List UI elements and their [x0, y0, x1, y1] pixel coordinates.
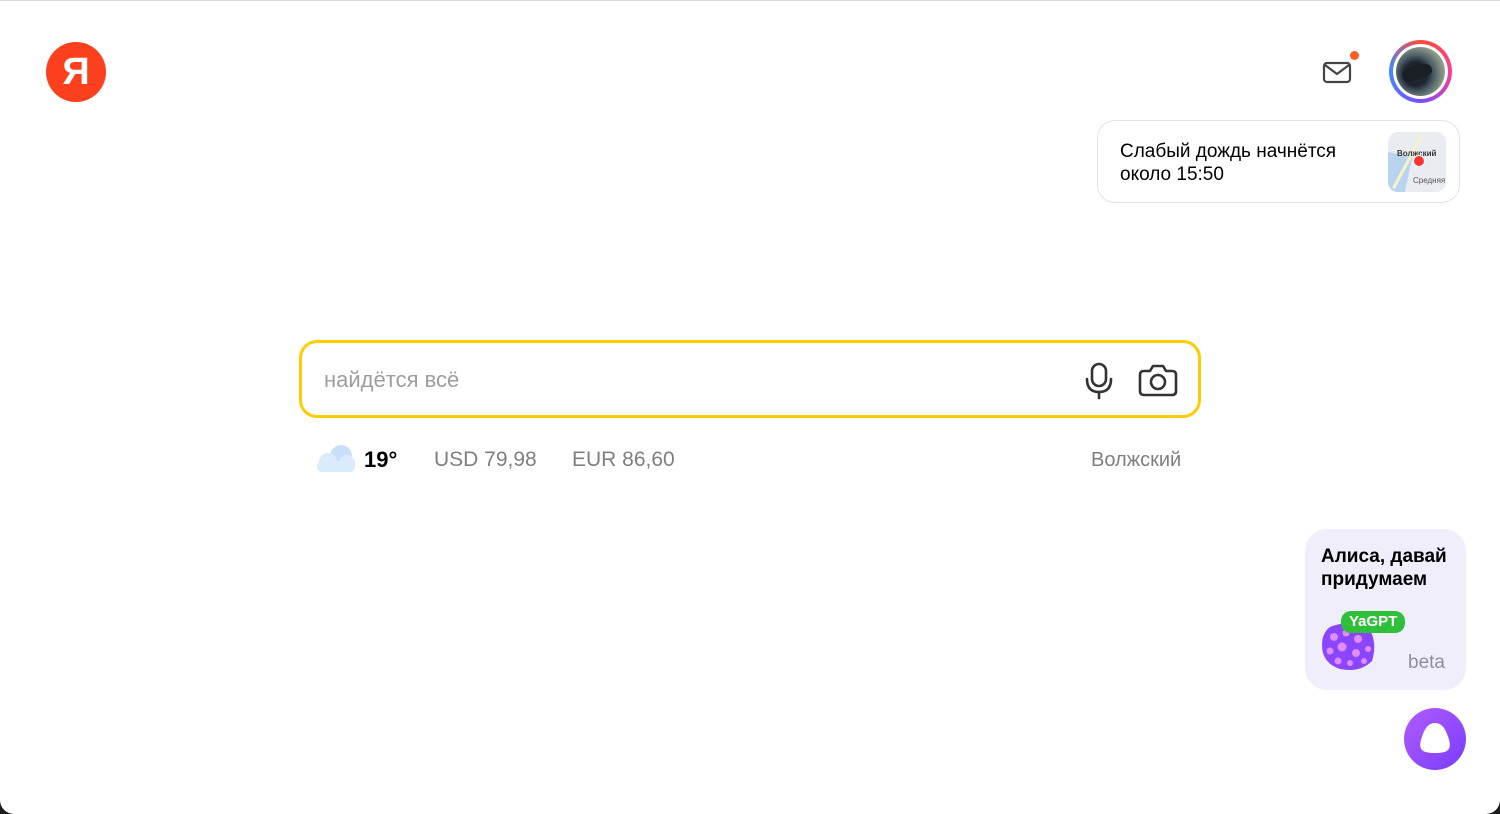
region-link[interactable]: Волжский — [1091, 449, 1181, 472]
alice-button[interactable] — [1404, 708, 1466, 770]
usd-rate[interactable]: USD 79,98 — [434, 448, 537, 472]
eur-rate[interactable]: EUR 86,60 — [572, 448, 675, 472]
beta-label: beta — [1408, 652, 1445, 673]
notification-dot — [1350, 51, 1359, 60]
rain-forecast-card[interactable]: Слабый дождь начнётся около 15:50 Волжск… — [1097, 120, 1460, 203]
search-input[interactable] — [322, 357, 1066, 403]
avatar — [1396, 47, 1445, 96]
temperature[interactable]: 19° — [364, 447, 397, 473]
image-search-button[interactable] — [1136, 360, 1180, 400]
user-avatar-button[interactable] — [1389, 40, 1452, 103]
voice-search-button[interactable] — [1079, 360, 1119, 400]
page: Я Слабый дождь начнётся около 15:50 Волж… — [0, 0, 1500, 814]
alice-icon — [1420, 723, 1450, 753]
map-river-label: Средняя — [1413, 176, 1446, 185]
rain-forecast-text: Слабый дождь начнётся около 15:50 — [1120, 141, 1337, 185]
yagpt-badge: YaGPT — [1341, 611, 1406, 633]
camera-icon — [1138, 364, 1178, 397]
map-pin-icon — [1413, 155, 1425, 167]
mail-icon — [1322, 61, 1352, 84]
search-box — [299, 340, 1201, 418]
avatar-frame — [1393, 44, 1448, 99]
cloud-icon[interactable] — [311, 441, 359, 475]
mail-button[interactable] — [1318, 53, 1356, 91]
microphone-icon — [1085, 362, 1113, 400]
rain-map-thumbnail: Волжский Средняя — [1388, 132, 1446, 192]
yandex-logo[interactable]: Я — [46, 42, 106, 102]
alice-promo-card[interactable]: Алиса, давай придумаем YaGPT beta — [1305, 529, 1466, 690]
alice-promo-text: Алиса, давай придумаем — [1321, 546, 1447, 590]
